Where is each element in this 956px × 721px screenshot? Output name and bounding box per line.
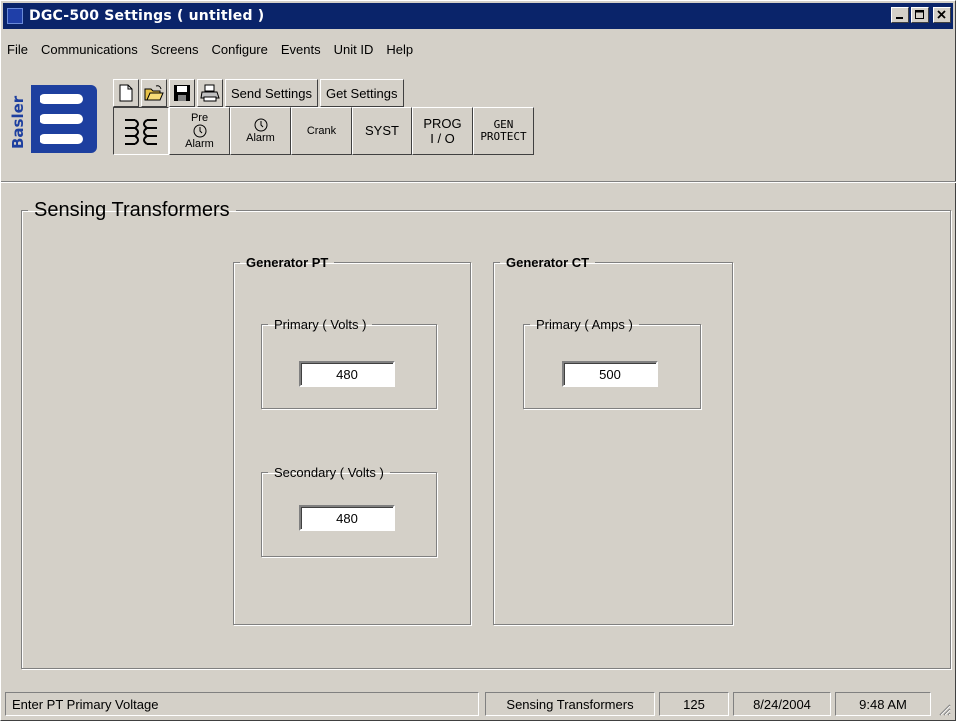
clock-icon [254,118,267,132]
resize-grip-icon[interactable] [937,702,951,716]
crank-screen-button[interactable]: Crank [291,107,352,155]
status-screen: Sensing Transformers [485,692,655,716]
gen-protect-screen-button[interactable]: GEN PROTECT [473,107,534,155]
new-file-icon[interactable] [113,79,139,107]
status-time: 9:48 AM [835,692,931,716]
pt-primary-label: Primary ( Volts ) [274,317,367,332]
basler-logo: Basler [9,85,97,153]
protect-label: PROTECT [480,130,527,143]
settings-panel: Sensing Transformers Generator PT Primar… [9,185,951,679]
status-bar: Enter PT Primary Voltage Sensing Transfo… [3,690,953,718]
pt-secondary-input[interactable] [299,505,395,531]
transformer-icon [125,119,157,145]
maximize-icon[interactable] [911,7,929,23]
svg-text:Basler: Basler [9,95,27,149]
clock-icon [193,124,206,138]
alarm-screen-button[interactable]: Alarm [230,107,291,155]
alarm-label: Alarm [185,138,214,150]
close-icon[interactable] [933,7,951,23]
application-window: DGC-500 Settings ( untitled ) File Commu… [0,0,956,721]
save-disk-icon[interactable] [169,79,195,107]
menu-bar: File Communications Screens Configure Ev… [3,37,420,61]
status-date: 8/24/2004 [733,692,831,716]
pt-primary-input[interactable] [299,361,395,387]
syst-screen-button[interactable]: SYST [352,107,412,155]
title-bar[interactable]: DGC-500 Settings ( untitled ) [3,3,953,29]
generator-pt-group: Generator PT [233,255,471,625]
status-unit: 125 [659,692,729,716]
pt-secondary-label: Secondary ( Volts ) [274,465,384,480]
menu-unit-id[interactable]: Unit ID [328,42,381,57]
generator-pt-title: Generator PT [246,255,329,270]
syst-label: SYST [365,123,399,138]
sensing-transformers-group: Sensing Transformers [21,199,951,669]
page-title: Sensing Transformers [34,199,230,221]
minimize-icon[interactable] [891,7,909,23]
toolbar: Basler Send Settings Get Settings Pre Al… [9,71,949,181]
caption-buttons [891,7,951,23]
menu-events[interactable]: Events [275,42,328,57]
get-settings-button[interactable]: Get Settings [319,79,404,107]
screens-toolbar: Pre Alarm Alarm Crank SYST PROG I / O GE… [113,107,534,155]
send-settings-button[interactable]: Send Settings [225,79,318,107]
io-label: I / O [430,131,455,146]
ct-primary-input[interactable] [562,361,658,387]
prog-label: PROG [423,116,462,131]
menu-screens[interactable]: Screens [145,42,206,57]
crank-label: Crank [306,125,337,137]
alarm-button-label: Alarm [246,132,275,144]
menu-file[interactable]: File [3,42,35,57]
menu-configure[interactable]: Configure [205,42,274,57]
print-icon[interactable] [197,79,223,107]
pre-alarm-screen-button[interactable]: Pre Alarm [169,107,230,155]
window-title: DGC-500 Settings ( untitled ) [29,8,265,24]
pre-label: Pre [190,112,209,124]
menu-help[interactable]: Help [380,42,420,57]
open-folder-icon[interactable] [141,79,167,107]
generator-ct-group: Generator CT [493,255,733,625]
ct-primary-label: Primary ( Amps ) [536,317,633,332]
toolbar-divider [1,181,956,183]
prog-io-screen-button[interactable]: PROG I / O [412,107,473,155]
status-hint: Enter PT Primary Voltage [5,692,479,716]
menu-communications[interactable]: Communications [35,42,145,57]
sensing-transformers-screen-button[interactable] [113,107,169,155]
file-toolbar: Send Settings Get Settings [113,79,404,107]
generator-ct-title: Generator CT [506,255,590,270]
app-icon[interactable] [7,8,23,24]
